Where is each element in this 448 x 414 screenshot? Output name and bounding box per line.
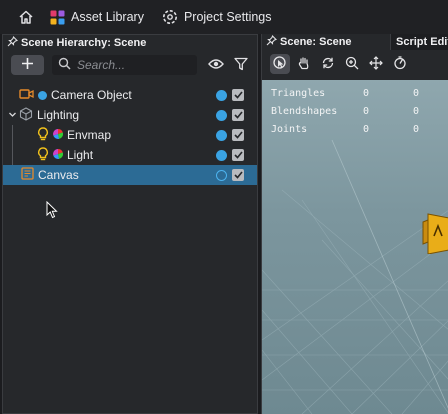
stat-value: 0 — [413, 124, 420, 135]
canvas-icon — [21, 167, 34, 183]
light-bulb-icon — [37, 126, 49, 144]
search-icon — [58, 57, 71, 73]
hierarchy-tree: Camera Object Lighting Envmap Light Canv… — [3, 85, 257, 185]
stat-value: 0 — [413, 106, 420, 117]
tree-item-label: Canvas — [38, 168, 79, 182]
envmap-color-icon — [53, 128, 64, 142]
stats-row-triangles: Triangles 0 0 — [271, 88, 419, 106]
mouse-cursor-icon — [46, 200, 58, 222]
stat-label: Triangles — [271, 88, 326, 99]
filter-icon — [234, 57, 248, 74]
camera-gizmo-icon[interactable] — [420, 212, 448, 257]
enabled-checkbox[interactable] — [232, 129, 244, 141]
enabled-checkbox[interactable] — [232, 89, 244, 101]
stat-label: Blendshapes — [271, 106, 338, 117]
enabled-checkbox[interactable] — [232, 149, 244, 161]
tree-item-label: Lighting — [37, 108, 80, 122]
tree-item-envmap[interactable]: Envmap — [3, 125, 257, 145]
scene-hierarchy-panel: Scene Hierarchy: Scene Search... Camera … — [2, 34, 258, 414]
stat-label: Joints — [271, 124, 308, 135]
tree-guide-line — [12, 145, 13, 165]
stat-value: 0 — [363, 88, 370, 99]
scene-stats-overlay: Triangles 0 0 Blendshapes 0 0 Joints 0 0 — [271, 88, 419, 142]
tree-item-label: Light — [67, 148, 94, 162]
enabled-checkbox[interactable] — [232, 169, 244, 181]
settings-gear-icon — [162, 9, 178, 25]
tab-scene[interactable]: Scene: Scene — [262, 34, 390, 50]
stat-value: 0 — [413, 88, 420, 99]
add-object-button[interactable] — [11, 55, 44, 75]
eye-icon — [208, 58, 224, 73]
layer-dot-icon[interactable] — [216, 89, 227, 101]
select-cursor-icon — [273, 55, 287, 73]
home-button[interactable] — [18, 0, 34, 34]
tab-script-editor[interactable]: Script Edit — [390, 34, 448, 50]
pin-icon[interactable] — [7, 35, 21, 50]
light-color-icon — [53, 148, 64, 162]
asset-library-icon — [50, 10, 65, 25]
tree-item-lighting[interactable]: Lighting — [3, 105, 257, 125]
project-settings-button[interactable]: Project Settings — [162, 0, 272, 34]
asset-library-label: Asset Library — [71, 10, 144, 24]
orbit-tool-button[interactable] — [390, 54, 410, 74]
layer-dot-icon[interactable] — [216, 149, 227, 161]
pin-icon[interactable] — [266, 34, 280, 49]
stats-row-joints: Joints 0 0 — [271, 124, 419, 142]
zoom-tool-button[interactable] — [342, 54, 362, 74]
scene-hierarchy-title: Scene Hierarchy: Scene — [21, 37, 147, 49]
scene-tab-row: Scene: Scene Script Edit — [262, 34, 448, 50]
layer-dot-icon[interactable] — [216, 169, 227, 181]
top-menu-bar: Asset Library Project Settings — [0, 0, 448, 34]
filter-button[interactable] — [231, 55, 251, 75]
layer-dot-icon[interactable] — [216, 109, 227, 121]
tree-item-canvas[interactable]: Canvas — [3, 165, 257, 185]
project-settings-label: Project Settings — [183, 10, 272, 24]
rotate-tool-button[interactable] — [318, 54, 338, 74]
hierarchy-toolbar — [3, 51, 257, 79]
scene-hierarchy-header: Scene Hierarchy: Scene — [3, 35, 257, 51]
plus-icon — [21, 57, 34, 73]
stat-value: 0 — [363, 124, 370, 135]
rotate-icon — [321, 56, 335, 73]
visibility-filter-button[interactable] — [206, 55, 226, 75]
scene-tab-title: Scene: Scene — [280, 36, 352, 48]
hand-icon — [297, 56, 311, 73]
select-tool-button[interactable] — [270, 54, 290, 74]
stats-row-blendshapes: Blendshapes 0 0 — [271, 106, 419, 124]
move-tool-button[interactable] — [366, 54, 386, 74]
scene-viewport[interactable]: Triangles 0 0 Blendshapes 0 0 Joints 0 0 — [262, 80, 448, 414]
enabled-checkbox[interactable] — [232, 109, 244, 121]
stat-value: 0 — [363, 106, 370, 117]
tree-item-camera-object[interactable]: Camera Object — [3, 85, 257, 105]
asset-library-button[interactable]: Asset Library — [50, 0, 144, 34]
camera-dot-icon — [38, 90, 47, 100]
light-bulb-icon — [37, 146, 49, 164]
pan-tool-button[interactable] — [294, 54, 314, 74]
zoom-icon — [345, 56, 359, 73]
scene-object-icon — [19, 106, 33, 124]
orbit-icon — [393, 55, 407, 73]
search-input[interactable] — [77, 58, 187, 72]
scene-panel: Scene: Scene Script Edit Triangles 0 0 B… — [261, 34, 448, 414]
hierarchy-search — [52, 55, 197, 75]
tree-item-label: Camera Object — [51, 88, 132, 102]
tree-item-light[interactable]: Light — [3, 145, 257, 165]
chevron-down-icon[interactable] — [8, 108, 17, 122]
tree-item-label: Envmap — [67, 128, 112, 142]
tree-guide-line — [12, 125, 13, 145]
scene-toolbar — [262, 50, 448, 78]
layer-dot-icon[interactable] — [216, 129, 227, 141]
camera-icon — [19, 88, 34, 103]
home-icon — [18, 9, 34, 25]
move-arrows-icon — [369, 55, 383, 73]
script-editor-tab-title: Script Edit — [396, 36, 448, 48]
